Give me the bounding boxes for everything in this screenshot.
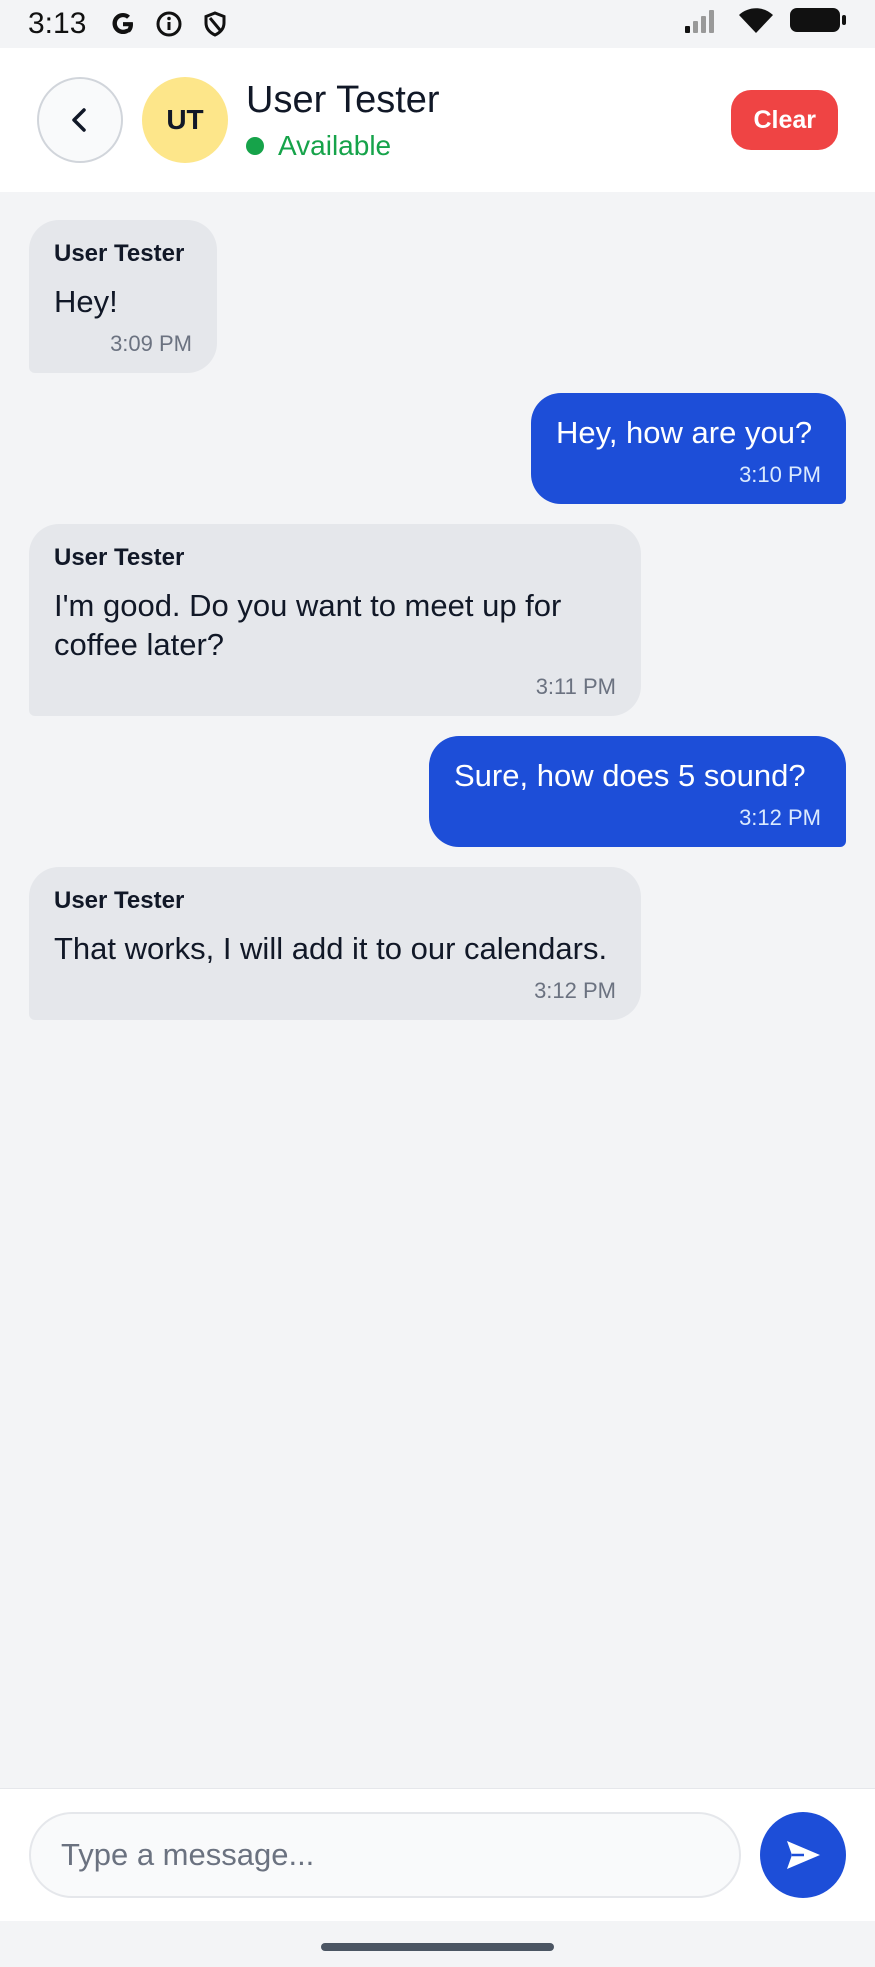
message-input[interactable] [29,1812,741,1898]
message-time: 3:12 PM [739,805,821,830]
send-button[interactable] [760,1812,846,1898]
info-icon [154,9,184,39]
chevron-left-icon [72,108,86,132]
message-text: I'm good. Do you want to meet up for cof… [54,588,562,662]
status-bar: 3:13 [0,0,875,48]
back-button[interactable] [37,77,123,163]
shield-icon [200,9,230,39]
status-time: 3:13 [28,7,87,40]
home-indicator[interactable] [321,1943,554,1951]
message-text: That works, I will add it to our calenda… [54,931,608,966]
message-time: 3:12 PM [534,978,616,1003]
signal-icon [683,6,723,42]
message-bubble-sent: Hey, how are you? 3:10 PM [531,393,846,504]
chat-screen: 3:13 UT User Tester Available Clear User… [0,0,875,1967]
contact-name: User Tester [246,78,440,121]
message-bubble-received: User Tester Hey! 3:09 PM [29,220,217,373]
message-time: 3:10 PM [739,462,821,487]
message-text: Sure, how does 5 sound? [454,758,806,793]
google-icon [108,9,138,39]
avatar: UT [142,77,228,163]
status-right-icons [683,6,847,42]
message-sender: User Tester [54,544,185,571]
message-text: Hey, how are you? [556,415,813,450]
message-time: 3:09 PM [110,331,192,356]
message-bubble-received: User Tester I'm good. Do you want to mee… [29,524,641,716]
status-dot-icon [246,136,264,155]
contact-info: User Tester Available [246,79,440,162]
clear-button[interactable]: Clear [731,90,838,150]
contact-status: Available [246,130,440,162]
message-text: Hey! [54,284,118,319]
message-bubble-sent: Sure, how does 5 sound? 3:12 PM [429,736,846,847]
status-left-icons [108,9,230,39]
message-composer [0,1788,875,1921]
message-list[interactable]: User Tester Hey! 3:09 PM Hey, how are yo… [0,192,875,1788]
battery-icon [789,6,847,42]
send-icon [787,1841,820,1869]
wifi-icon [737,6,775,42]
message-sender: User Tester [54,240,185,267]
message-sender: User Tester [54,887,185,914]
message-bubble-received: User Tester That works, I will add it to… [29,867,641,1020]
message-time: 3:11 PM [535,674,616,699]
chat-header: UT User Tester Available Clear [0,48,875,192]
status-text: Available [278,129,392,161]
